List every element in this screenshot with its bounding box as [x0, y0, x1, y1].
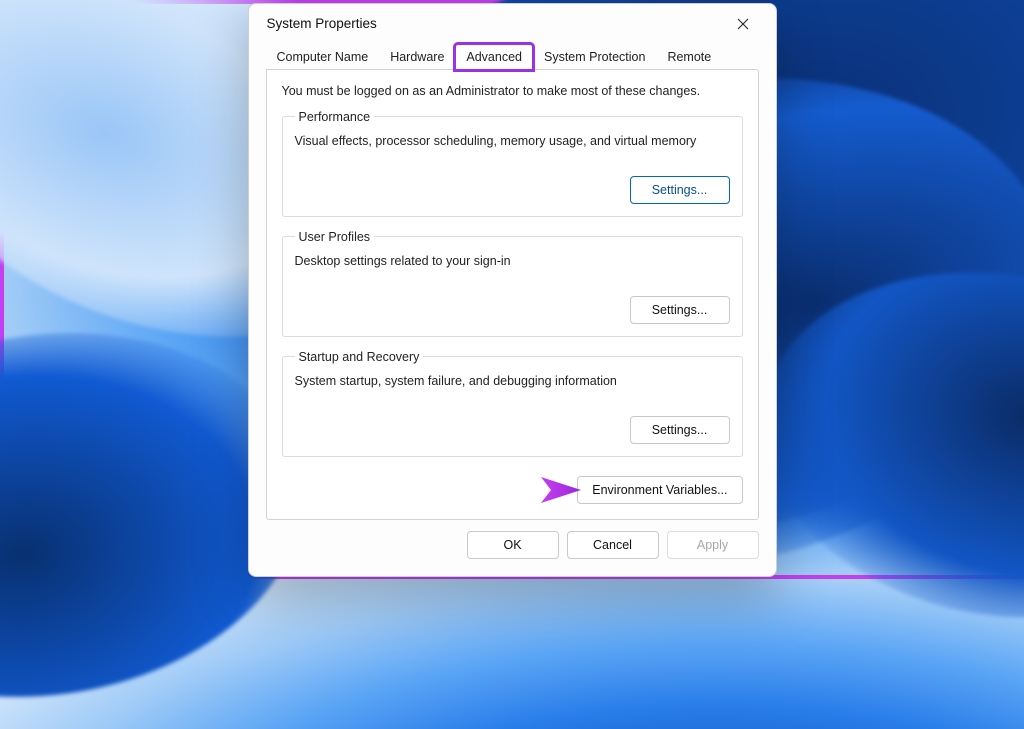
- user-profiles-settings-button[interactable]: Settings...: [630, 296, 730, 324]
- tab-strip: Computer Name Hardware Advanced System P…: [266, 44, 759, 70]
- performance-settings-button[interactable]: Settings...: [630, 176, 730, 204]
- dialog-footer: OK Cancel Apply: [249, 524, 776, 576]
- user-profiles-group: User Profiles Desktop settings related t…: [282, 230, 743, 337]
- startup-recovery-group: Startup and Recovery System startup, sys…: [282, 350, 743, 457]
- ok-button[interactable]: OK: [467, 531, 559, 559]
- titlebar: System Properties: [249, 4, 776, 44]
- dialog-title: System Properties: [267, 16, 720, 31]
- performance-legend: Performance: [295, 110, 375, 124]
- startup-recovery-settings-button[interactable]: Settings...: [630, 416, 730, 444]
- apply-button[interactable]: Apply: [667, 531, 759, 559]
- environment-variables-button[interactable]: Environment Variables...: [577, 476, 742, 504]
- admin-note-text: You must be logged on as an Administrato…: [282, 84, 743, 98]
- advanced-tab-panel: You must be logged on as an Administrato…: [266, 69, 759, 520]
- performance-group: Performance Visual effects, processor sc…: [282, 110, 743, 217]
- startup-recovery-desc: System startup, system failure, and debu…: [295, 374, 730, 388]
- startup-recovery-legend: Startup and Recovery: [295, 350, 424, 364]
- tab-computer-name[interactable]: Computer Name: [266, 44, 380, 70]
- close-icon: [737, 18, 749, 30]
- tab-advanced[interactable]: Advanced: [455, 44, 533, 70]
- annotation-arrow-icon: [413, 473, 583, 507]
- performance-desc: Visual effects, processor scheduling, me…: [295, 134, 730, 148]
- user-profiles-legend: User Profiles: [295, 230, 375, 244]
- cancel-button[interactable]: Cancel: [567, 531, 659, 559]
- tab-remote[interactable]: Remote: [656, 44, 722, 70]
- user-profiles-desc: Desktop settings related to your sign-in: [295, 254, 730, 268]
- tab-system-protection[interactable]: System Protection: [533, 44, 656, 70]
- tab-hardware[interactable]: Hardware: [379, 44, 455, 70]
- close-button[interactable]: [720, 8, 766, 40]
- system-properties-dialog: System Properties Computer Name Hardware…: [248, 3, 777, 577]
